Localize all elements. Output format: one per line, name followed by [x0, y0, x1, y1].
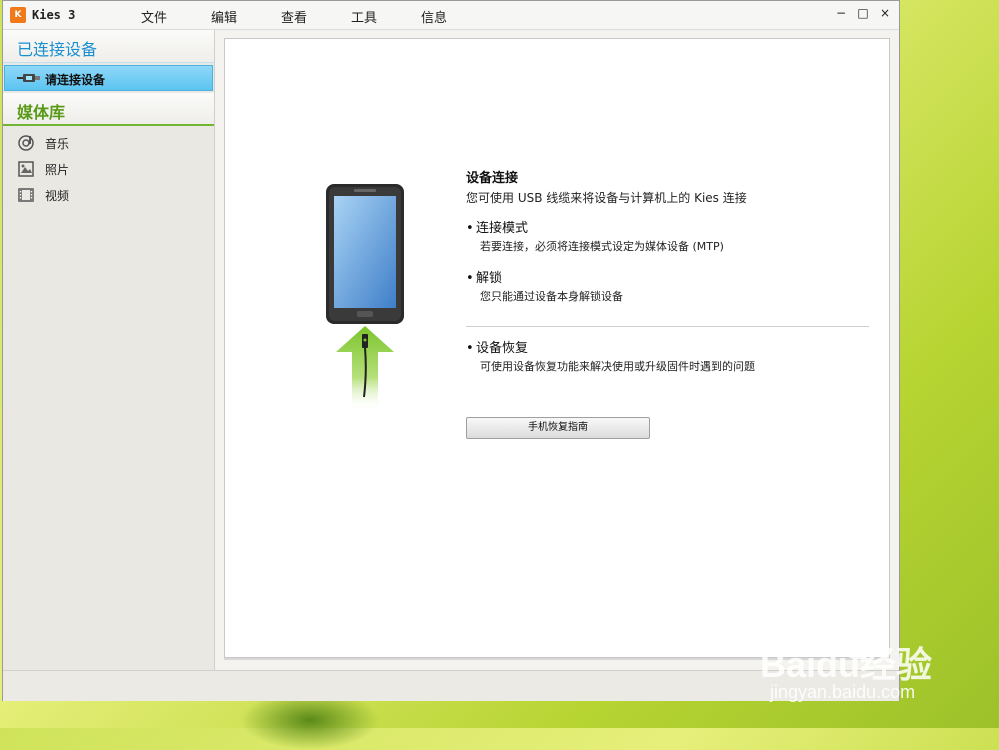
close-button[interactable]: ×: [877, 6, 893, 20]
maximize-button[interactable]: □: [855, 6, 871, 20]
phone-recovery-guide-button[interactable]: 手机恢复指南: [466, 417, 650, 439]
menu-tools[interactable]: 工具: [351, 7, 377, 26]
media-library-header: 媒体库: [3, 93, 214, 126]
bullet-dot: •: [466, 221, 474, 236]
bullet-title: 设备恢复: [476, 341, 529, 356]
video-icon: [18, 188, 34, 202]
music-icon: [18, 135, 34, 151]
bullet-title: 连接模式: [476, 221, 529, 236]
bullet-subtext: 您只能通过设备本身解锁设备: [480, 290, 623, 303]
bullet-connection-mode: • 连接模式 若要连接，必须将连接模式设定为媒体设备 (MTP): [466, 217, 724, 254]
bullet-subtext: 可使用设备恢复功能来解决使用或升级固件时遇到的问题: [480, 360, 755, 373]
connected-devices-header: 已连接设备: [3, 30, 214, 63]
bullet-subtext: 若要连接，必须将连接模式设定为媒体设备 (MTP): [480, 240, 724, 253]
watermark-logo-text: Baidu经验: [760, 644, 933, 685]
sidebar-item-connect-device[interactable]: 请连接设备: [4, 65, 213, 91]
sidebar-item-music[interactable]: 音乐: [3, 131, 214, 155]
minimize-button[interactable]: −: [833, 6, 849, 20]
bullet-device-recovery: • 设备恢复 可使用设备恢复功能来解决使用或升级固件时遇到的问题: [466, 337, 755, 374]
menu-file[interactable]: 文件: [141, 7, 167, 26]
kies-main-window: K Kies 3 文件 编辑 查看 工具 信息 − □ × 已连接设备 请连接设…: [2, 0, 900, 701]
connection-title: 设备连接: [466, 171, 519, 186]
photo-icon: [18, 161, 34, 177]
connection-instructions: 设备连接 您可使用 USB 线缆来将设备与计算机上的 Kies 连接 • 连接模式…: [466, 167, 871, 439]
music-label: 音乐: [45, 137, 70, 151]
bullet-dot: •: [466, 341, 474, 356]
sidebar-item-photos[interactable]: 照片: [3, 157, 214, 181]
menu-edit[interactable]: 编辑: [211, 7, 237, 26]
connected-devices-title: 已连接设备: [17, 40, 98, 59]
device-connection-panel: 设备连接 您可使用 USB 线缆来将设备与计算机上的 Kies 连接 • 连接模式…: [224, 38, 890, 658]
bullet-unlock: • 解锁 您只能通过设备本身解锁设备: [466, 267, 623, 304]
photos-label: 照片: [45, 163, 70, 177]
bullet-title: 解锁: [476, 271, 503, 286]
connect-device-label: 请连接设备: [45, 73, 106, 87]
title-bar: K Kies 3 文件 编辑 查看 工具 信息 − □ ×: [3, 1, 899, 30]
phone-usb-illustration: [326, 184, 404, 412]
menu-info[interactable]: 信息: [421, 7, 447, 26]
bullet-dot: •: [466, 271, 474, 286]
watermark-url: jingyan.baidu.com: [770, 682, 916, 702]
app-title: Kies 3: [32, 8, 76, 22]
usb-cable-icon: [17, 74, 40, 82]
media-library-title: 媒体库: [17, 103, 66, 122]
sidebar-item-videos[interactable]: 视频: [3, 183, 214, 207]
baidu-watermark: Baidu经验 jingyan.baidu.com: [760, 617, 980, 710]
sidebar: 已连接设备 请连接设备 媒体库 音乐 照片 视频: [3, 30, 215, 670]
videos-label: 视频: [45, 189, 70, 203]
menu-view[interactable]: 查看: [281, 7, 307, 26]
section-divider: [466, 326, 869, 327]
connection-description: 您可使用 USB 线缆来将设备与计算机上的 Kies 连接: [466, 191, 747, 205]
kies-logo-icon: K: [10, 7, 26, 23]
